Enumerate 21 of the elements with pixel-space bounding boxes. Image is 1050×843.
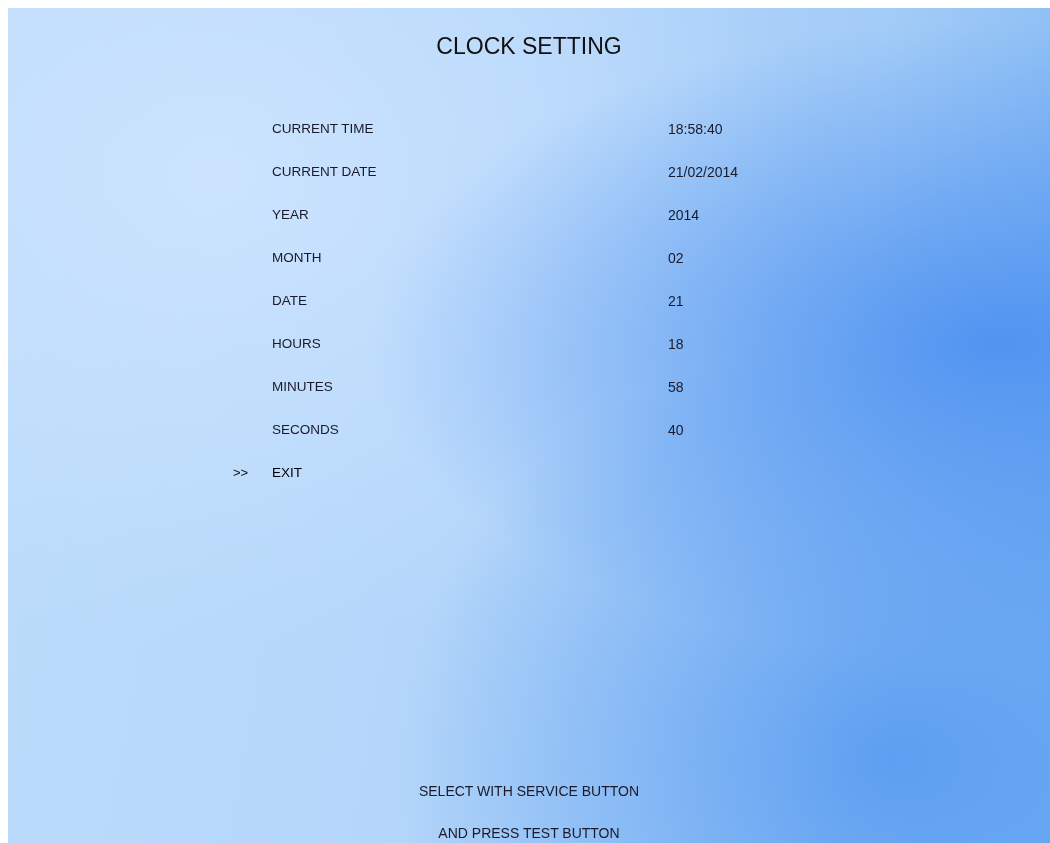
- menu-item[interactable]: HOURS: [272, 336, 321, 351]
- setting-value: 21: [668, 292, 684, 309]
- setting-value: 2014: [668, 206, 700, 223]
- setting-value: 58: [668, 378, 684, 395]
- menu-item[interactable]: YEAR: [272, 207, 309, 222]
- menu-item[interactable]: EXIT: [272, 465, 302, 480]
- menu-item[interactable]: CURRENT TIME: [272, 121, 374, 136]
- instruction-text: AND PRESS TEST BUTTON: [438, 825, 620, 841]
- setting-value: 40: [668, 421, 684, 438]
- setting-value: 18:58:40: [668, 120, 723, 137]
- screen-title: CLOCK SETTING: [436, 33, 622, 60]
- setting-value: 21/02/2014: [668, 163, 739, 180]
- selection-cursor: >>: [233, 465, 249, 480]
- setting-value: 02: [668, 249, 684, 266]
- menu-item[interactable]: DATE: [272, 293, 307, 308]
- setting-value: 18: [668, 335, 684, 352]
- menu-item[interactable]: SECONDS: [272, 422, 339, 437]
- menu-item[interactable]: CURRENT DATE: [272, 164, 377, 179]
- menu-item[interactable]: MINUTES: [272, 379, 333, 394]
- instruction-text: SELECT WITH SERVICE BUTTON: [418, 783, 640, 799]
- menu-item[interactable]: MONTH: [272, 250, 322, 265]
